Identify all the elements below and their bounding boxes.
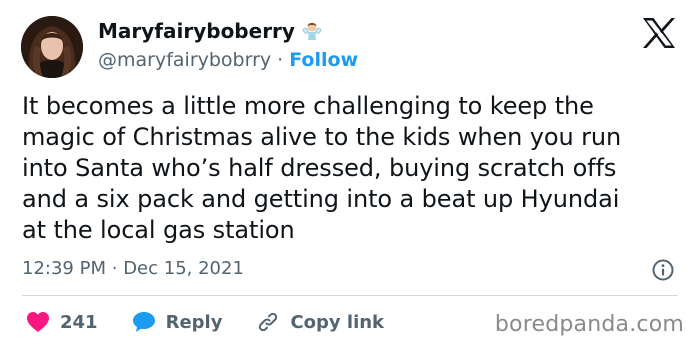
- follow-button[interactable]: Follow: [289, 49, 358, 71]
- action-bar: 241 Reply Copy link: [26, 308, 418, 336]
- link-icon: [256, 310, 280, 334]
- tweet-timestamp[interactable]: 12:39 PM · Dec 15, 2021: [22, 258, 244, 279]
- tweet-card: Maryfairyboberry @maryfairybobrry · Foll…: [0, 0, 700, 348]
- author-display-name[interactable]: Maryfairyboberry: [98, 19, 295, 43]
- like-button[interactable]: 241: [26, 311, 98, 333]
- author-handle-row: @maryfairybobrry · Follow: [98, 48, 358, 72]
- copy-link-button[interactable]: Copy link: [256, 310, 384, 334]
- reply-label: Reply: [165, 311, 223, 333]
- watermark: boredpanda.com: [494, 312, 684, 337]
- handle-separator: ·: [277, 49, 284, 71]
- reply-bubble-icon: [132, 311, 156, 333]
- info-icon[interactable]: [651, 258, 675, 282]
- divider: [22, 295, 678, 296]
- copy-link-label: Copy link: [290, 311, 385, 333]
- fairy-emoji-icon: [301, 20, 323, 42]
- tweet-date: Dec 15, 2021: [123, 258, 244, 279]
- timestamp-separator: ·: [111, 258, 118, 279]
- heart-icon: [26, 311, 50, 333]
- tweet-time: 12:39 PM: [22, 258, 106, 279]
- like-count: 241: [60, 311, 98, 333]
- avatar[interactable]: [21, 16, 83, 78]
- tweet-text: It becomes a little more challenging to …: [22, 92, 622, 244]
- x-logo-icon[interactable]: [641, 17, 677, 49]
- reply-button[interactable]: Reply: [132, 311, 223, 333]
- author-handle[interactable]: @maryfairybobrry: [98, 49, 271, 71]
- author-name-row: Maryfairyboberry: [98, 18, 323, 44]
